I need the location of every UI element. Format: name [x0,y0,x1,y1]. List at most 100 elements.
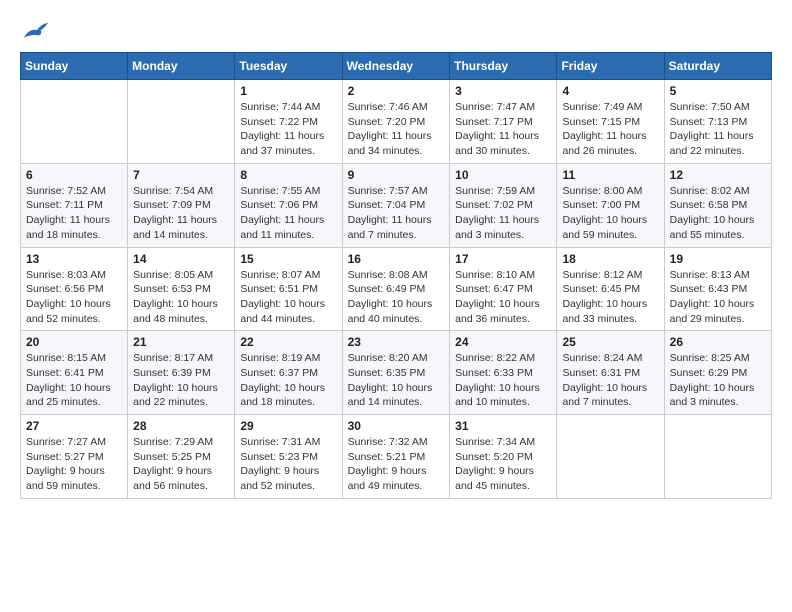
calendar-cell: 14 Sunrise: 8:05 AM Sunset: 6:53 PM Dayli… [128,247,235,331]
calendar-cell: 2 Sunrise: 7:46 AM Sunset: 7:20 PM Daylig… [342,80,450,164]
day-info: Sunrise: 7:52 AM Sunset: 7:11 PM Dayligh… [26,184,122,243]
day-info: Sunrise: 7:47 AM Sunset: 7:17 PM Dayligh… [455,100,551,159]
weekday-tuesday: Tuesday [235,53,342,80]
calendar-cell: 5Sunrise: 7:50 AM Sunset: 7:13 PM Daylig… [664,80,771,164]
calendar-cell: 17 Sunrise: 8:10 AM Sunset: 6:47 PM Dayli… [450,247,557,331]
day-number: 27 [26,419,122,433]
calendar-cell: 8 Sunrise: 7:55 AM Sunset: 7:06 PM Daylig… [235,163,342,247]
calendar-cell: 27 Sunrise: 7:27 AM Sunset: 5:27 PM Dayli… [21,415,128,499]
calendar-cell: 31Sunrise: 7:34 AM Sunset: 5:20 PM Dayli… [450,415,557,499]
calendar-cell: 22 Sunrise: 8:19 AM Sunset: 6:37 PM Dayli… [235,331,342,415]
calendar-table: SundayMondayTuesdayWednesdayThursdayFrid… [20,52,772,499]
day-number: 19 [670,252,766,266]
weekday-friday: Friday [557,53,664,80]
day-info: Sunrise: 7:29 AM Sunset: 5:25 PM Dayligh… [133,435,229,494]
day-info: Sunrise: 8:17 AM Sunset: 6:39 PM Dayligh… [133,351,229,410]
calendar-cell [664,415,771,499]
day-info: Sunrise: 8:25 AM Sunset: 6:29 PM Dayligh… [670,351,766,410]
calendar-cell: 19Sunrise: 8:13 AM Sunset: 6:43 PM Dayli… [664,247,771,331]
day-info: Sunrise: 7:31 AM Sunset: 5:23 PM Dayligh… [240,435,336,494]
page-header [20,20,772,42]
day-info: Sunrise: 8:19 AM Sunset: 6:37 PM Dayligh… [240,351,336,410]
day-info: Sunrise: 7:54 AM Sunset: 7:09 PM Dayligh… [133,184,229,243]
day-number: 6 [26,168,122,182]
calendar-cell: 15 Sunrise: 8:07 AM Sunset: 6:51 PM Dayli… [235,247,342,331]
calendar-cell: 13 Sunrise: 8:03 AM Sunset: 6:56 PM Dayli… [21,247,128,331]
calendar-cell: 30Sunrise: 7:32 AM Sunset: 5:21 PM Dayli… [342,415,450,499]
day-info: Sunrise: 8:03 AM Sunset: 6:56 PM Dayligh… [26,268,122,327]
day-number: 12 [670,168,766,182]
day-info: Sunrise: 7:46 AM Sunset: 7:20 PM Dayligh… [348,100,445,159]
day-info: Sunrise: 8:02 AM Sunset: 6:58 PM Dayligh… [670,184,766,243]
calendar-cell: 28 Sunrise: 7:29 AM Sunset: 5:25 PM Dayli… [128,415,235,499]
calendar-cell: 4Sunrise: 7:49 AM Sunset: 7:15 PM Daylig… [557,80,664,164]
weekday-header-row: SundayMondayTuesdayWednesdayThursdayFrid… [21,53,772,80]
logo [20,20,50,42]
day-number: 8 [240,168,336,182]
calendar-cell: 3Sunrise: 7:47 AM Sunset: 7:17 PM Daylig… [450,80,557,164]
day-number: 29 [240,419,336,433]
day-number: 9 [348,168,445,182]
weekday-monday: Monday [128,53,235,80]
day-info: Sunrise: 8:05 AM Sunset: 6:53 PM Dayligh… [133,268,229,327]
day-number: 14 [133,252,229,266]
day-number: 21 [133,335,229,349]
day-info: Sunrise: 8:24 AM Sunset: 6:31 PM Dayligh… [562,351,658,410]
day-number: 13 [26,252,122,266]
day-info: Sunrise: 8:08 AM Sunset: 6:49 PM Dayligh… [348,268,445,327]
calendar-week-5: 27 Sunrise: 7:27 AM Sunset: 5:27 PM Dayli… [21,415,772,499]
calendar-cell: 10 Sunrise: 7:59 AM Sunset: 7:02 PM Dayli… [450,163,557,247]
calendar-cell [557,415,664,499]
calendar-cell: 29 Sunrise: 7:31 AM Sunset: 5:23 PM Dayli… [235,415,342,499]
day-info: Sunrise: 7:57 AM Sunset: 7:04 PM Dayligh… [348,184,445,243]
day-info: Sunrise: 8:10 AM Sunset: 6:47 PM Dayligh… [455,268,551,327]
day-info: Sunrise: 7:55 AM Sunset: 7:06 PM Dayligh… [240,184,336,243]
day-info: Sunrise: 7:49 AM Sunset: 7:15 PM Dayligh… [562,100,658,159]
day-info: Sunrise: 8:07 AM Sunset: 6:51 PM Dayligh… [240,268,336,327]
calendar-cell: 11Sunrise: 8:00 AM Sunset: 7:00 PM Dayli… [557,163,664,247]
day-number: 7 [133,168,229,182]
calendar-cell: 9 Sunrise: 7:57 AM Sunset: 7:04 PM Daylig… [342,163,450,247]
weekday-thursday: Thursday [450,53,557,80]
day-number: 17 [455,252,551,266]
calendar-cell: 12 Sunrise: 8:02 AM Sunset: 6:58 PM Dayli… [664,163,771,247]
day-number: 22 [240,335,336,349]
day-number: 26 [670,335,766,349]
calendar-cell: 18 Sunrise: 8:12 AM Sunset: 6:45 PM Dayli… [557,247,664,331]
day-info: Sunrise: 7:44 AM Sunset: 7:22 PM Dayligh… [240,100,336,159]
calendar-body: 1Sunrise: 7:44 AM Sunset: 7:22 PM Daylig… [21,80,772,499]
calendar-cell: 6 Sunrise: 7:52 AM Sunset: 7:11 PM Daylig… [21,163,128,247]
calendar-cell: 26 Sunrise: 8:25 AM Sunset: 6:29 PM Dayli… [664,331,771,415]
calendar-week-4: 20Sunrise: 8:15 AM Sunset: 6:41 PM Dayli… [21,331,772,415]
calendar-cell: 21 Sunrise: 8:17 AM Sunset: 6:39 PM Dayli… [128,331,235,415]
calendar-cell: 1Sunrise: 7:44 AM Sunset: 7:22 PM Daylig… [235,80,342,164]
day-number: 15 [240,252,336,266]
day-number: 10 [455,168,551,182]
calendar-cell: 25 Sunrise: 8:24 AM Sunset: 6:31 PM Dayli… [557,331,664,415]
day-number: 18 [562,252,658,266]
day-info: Sunrise: 7:59 AM Sunset: 7:02 PM Dayligh… [455,184,551,243]
calendar-cell: 16 Sunrise: 8:08 AM Sunset: 6:49 PM Dayli… [342,247,450,331]
day-info: Sunrise: 7:50 AM Sunset: 7:13 PM Dayligh… [670,100,766,159]
calendar-cell [128,80,235,164]
weekday-sunday: Sunday [21,53,128,80]
logo-bird-icon [22,20,50,42]
day-number: 28 [133,419,229,433]
calendar-cell: 7 Sunrise: 7:54 AM Sunset: 7:09 PM Daylig… [128,163,235,247]
day-info: Sunrise: 8:12 AM Sunset: 6:45 PM Dayligh… [562,268,658,327]
day-number: 16 [348,252,445,266]
calendar-week-3: 13 Sunrise: 8:03 AM Sunset: 6:56 PM Dayli… [21,247,772,331]
day-number: 30 [348,419,445,433]
day-number: 2 [348,84,445,98]
calendar-cell [21,80,128,164]
calendar-week-1: 1Sunrise: 7:44 AM Sunset: 7:22 PM Daylig… [21,80,772,164]
day-number: 25 [562,335,658,349]
day-info: Sunrise: 8:20 AM Sunset: 6:35 PM Dayligh… [348,351,445,410]
day-number: 23 [348,335,445,349]
calendar-cell: 23 Sunrise: 8:20 AM Sunset: 6:35 PM Dayli… [342,331,450,415]
calendar-cell: 24Sunrise: 8:22 AM Sunset: 6:33 PM Dayli… [450,331,557,415]
day-info: Sunrise: 7:27 AM Sunset: 5:27 PM Dayligh… [26,435,122,494]
calendar-cell: 20Sunrise: 8:15 AM Sunset: 6:41 PM Dayli… [21,331,128,415]
day-number: 24 [455,335,551,349]
day-info: Sunrise: 8:00 AM Sunset: 7:00 PM Dayligh… [562,184,658,243]
